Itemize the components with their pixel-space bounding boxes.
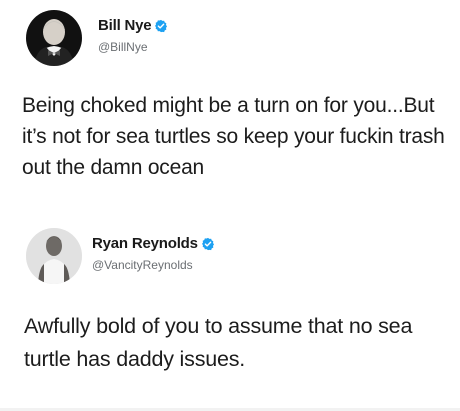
tweet-text: Being choked might be a turn on for you.… (22, 94, 445, 179)
person-portrait-tshirt-icon (26, 228, 82, 284)
tweet: Ryan Reynolds @VancityReynolds Awfully b… (0, 215, 460, 411)
avatar[interactable] (26, 228, 82, 284)
author-handle[interactable]: @BillNye (98, 40, 148, 54)
verified-badge-icon (155, 19, 168, 32)
author-name[interactable]: Bill Nye (98, 17, 152, 34)
avatar[interactable] (26, 10, 82, 66)
tweet-text: Awfully bold of you to assume that no se… (24, 314, 413, 371)
person-portrait-bowtie-icon (26, 10, 82, 66)
tweet: Bill Nye @BillNye Being choked might be … (0, 0, 460, 215)
author-handle[interactable]: @VancityReynolds (92, 258, 193, 272)
author-name[interactable]: Ryan Reynolds (92, 235, 198, 252)
verified-badge-icon (201, 237, 214, 250)
